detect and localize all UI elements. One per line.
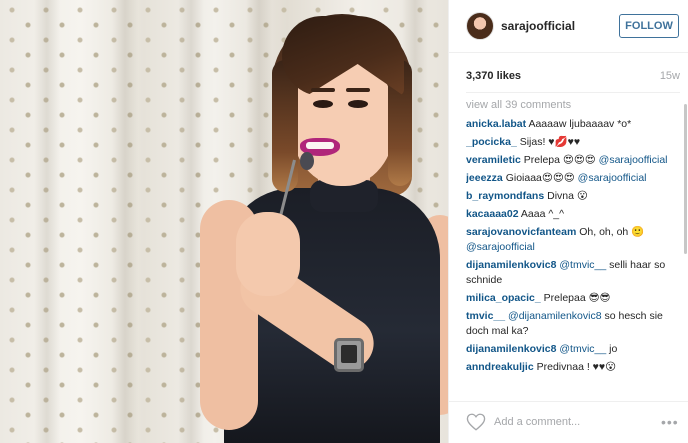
hand bbox=[236, 212, 300, 296]
comment-text: Prelepaa 😎😎 bbox=[543, 292, 611, 304]
comment-footer: ••• bbox=[449, 401, 688, 443]
comment-mention[interactable]: @dijanamilenkovic8 bbox=[508, 310, 602, 322]
follow-button[interactable]: FOLLOW bbox=[619, 14, 679, 38]
heart-icon[interactable] bbox=[466, 413, 486, 431]
comment-mention[interactable]: @tmvic__ bbox=[559, 343, 606, 355]
comments-list[interactable]: view all 39 comments anicka.labat Aaaaaw… bbox=[466, 98, 680, 394]
comment-text: Aaaa ^_^ bbox=[520, 208, 565, 220]
comment-item: dijanamilenkovic8 @tmvic__ jo bbox=[466, 342, 680, 357]
comment-item: tmvic__ @dijanamilenkovic8 so hesch sie … bbox=[466, 309, 680, 339]
comment-mention[interactable]: @sarajoofficial bbox=[599, 154, 668, 166]
comment-text: Sijas! ♥💋♥♥ bbox=[519, 136, 581, 148]
comment-text: jo bbox=[606, 343, 618, 355]
comment-mention[interactable]: @tmvic__ bbox=[559, 259, 606, 271]
likes-count[interactable]: 3,370 likes bbox=[466, 70, 521, 82]
comment-item: anicka.labat Aaaaaw ljubaaaav *o* bbox=[466, 117, 680, 132]
comment-text: Predivnaa ! ♥♥😮 bbox=[536, 361, 617, 373]
scrollbar-thumb[interactable] bbox=[684, 104, 687, 254]
eye bbox=[348, 100, 368, 108]
comment-item: milica_opacic_ Prelepaa 😎😎 bbox=[466, 291, 680, 306]
eyebrow bbox=[346, 88, 370, 92]
comment-text: Prelepa 😍😍😍 bbox=[523, 154, 599, 166]
teeth bbox=[306, 142, 334, 149]
comment-item: _pocicka_ Sijas! ♥💋♥♥ bbox=[466, 135, 680, 150]
eye bbox=[313, 100, 333, 108]
view-all-comments-link[interactable]: view all 39 comments bbox=[466, 98, 680, 113]
comment-mention[interactable]: @sarajoofficial bbox=[466, 241, 535, 253]
watch-face bbox=[341, 345, 357, 363]
comment-username[interactable]: sarajovanovicfanteam bbox=[466, 226, 576, 238]
comment-username[interactable]: dijanamilenkovic8 bbox=[466, 343, 556, 355]
comment-item: jeeezza Gioiaaa😍😍😍 @sarajoofficial bbox=[466, 171, 680, 186]
comment-username[interactable]: anndreakuljic bbox=[466, 361, 534, 373]
post-sidebar: sarajoofficial FOLLOW 3,370 likes 15w vi… bbox=[448, 0, 688, 443]
comment-username[interactable]: milica_opacic_ bbox=[466, 292, 541, 304]
post-meta: 3,370 likes 15w bbox=[466, 70, 680, 86]
post-photo[interactable] bbox=[0, 0, 448, 443]
comment-username[interactable]: kacaaaa02 bbox=[466, 208, 519, 220]
more-options-icon[interactable]: ••• bbox=[661, 414, 679, 430]
curtain-fold bbox=[34, 0, 60, 443]
comment-item: veramiletic Prelepa 😍😍😍 @sarajoofficial bbox=[466, 153, 680, 168]
comment-text: Oh, oh, oh 🙂 bbox=[579, 226, 645, 238]
username-link[interactable]: sarajoofficial bbox=[501, 19, 575, 33]
comment-username[interactable]: anicka.labat bbox=[466, 118, 526, 130]
eyebrow bbox=[311, 88, 335, 92]
comment-item: anndreakuljic Predivnaa ! ♥♥😮 bbox=[466, 360, 680, 375]
comment-username[interactable]: dijanamilenkovic8 bbox=[466, 259, 556, 271]
comment-username[interactable]: veramiletic bbox=[466, 154, 521, 166]
comment-item: dijanamilenkovic8 @tmvic__ selli haar so… bbox=[466, 258, 680, 288]
divider bbox=[466, 92, 680, 93]
comment-username[interactable]: tmvic__ bbox=[466, 310, 505, 322]
scrollbar[interactable] bbox=[684, 96, 687, 396]
comment-username[interactable]: jeeezza bbox=[466, 172, 503, 184]
avatar[interactable] bbox=[466, 12, 494, 40]
comment-username[interactable]: b_raymondfans bbox=[466, 190, 544, 202]
comment-item: kacaaaa02 Aaaa ^_^ bbox=[466, 207, 680, 222]
spoon bbox=[300, 152, 314, 170]
post-header: sarajoofficial FOLLOW bbox=[449, 0, 688, 53]
comment-text: Gioiaaa😍😍😍 bbox=[505, 172, 578, 184]
comment-item: sarajovanovicfanteam Oh, oh, oh 🙂 @saraj… bbox=[466, 225, 680, 255]
comment-text: Aaaaaw ljubaaaav *o* bbox=[528, 118, 632, 130]
add-comment-input[interactable] bbox=[494, 412, 654, 432]
comment-username[interactable]: _pocicka_ bbox=[466, 136, 517, 148]
comment-item: b_raymondfans Divna 😮 bbox=[466, 189, 680, 204]
comment-text: Divna 😮 bbox=[547, 190, 588, 202]
curtain-fold bbox=[112, 0, 138, 443]
comment-mention[interactable]: @sarajoofficial bbox=[578, 172, 647, 184]
post-age: 15w bbox=[659, 70, 680, 82]
